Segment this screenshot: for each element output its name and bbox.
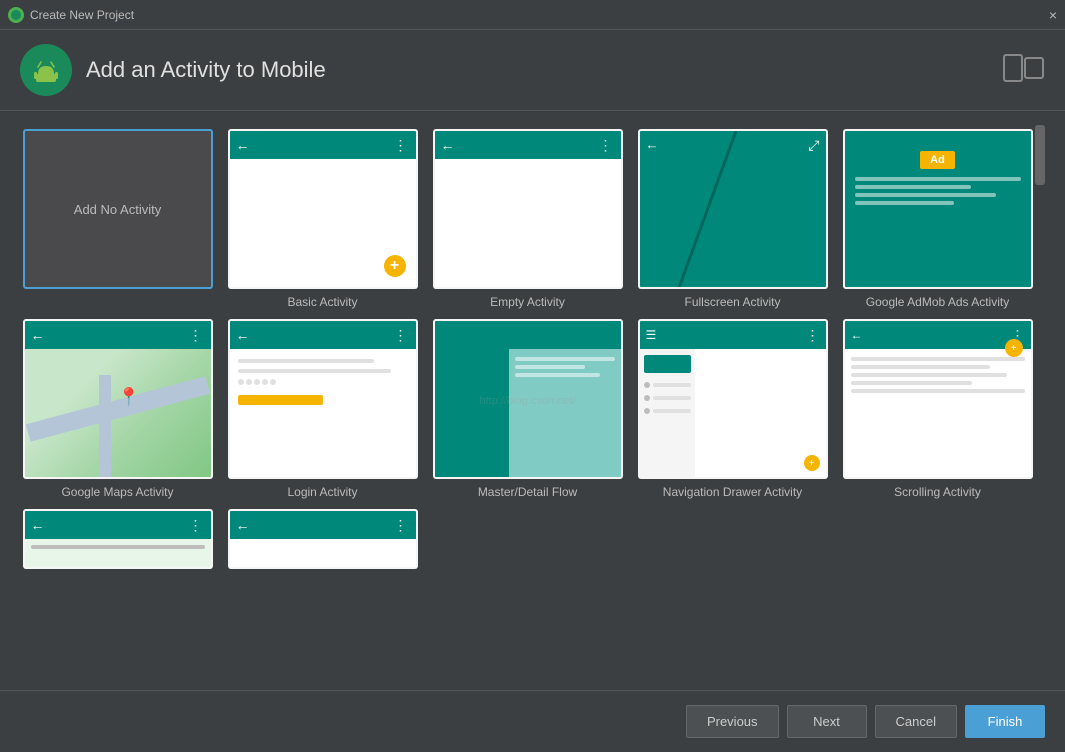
- main-content: http://blog.csdn.net/ Add No Activity ← …: [0, 111, 1065, 690]
- login-preview: ← ⋮: [228, 319, 418, 479]
- admob-preview: Ad: [843, 129, 1033, 289]
- maps-more-icon: ⋮: [189, 327, 205, 344]
- login-back-icon: ←: [236, 327, 250, 343]
- more-icon: ⋮: [599, 137, 615, 154]
- footer: Previous Next Cancel Finish: [0, 690, 1065, 752]
- activity-card-no-activity[interactable]: Add No Activity: [20, 129, 215, 309]
- sc-back-icon: ←: [851, 328, 863, 342]
- admob-badge: Ad: [920, 151, 955, 169]
- sc-fab-icon: +: [1005, 339, 1023, 357]
- nd-more-icon: ⋮: [806, 327, 820, 344]
- activity-card-fullscreen[interactable]: ← ⤢ Fullscreen Activity: [635, 129, 830, 309]
- next-button[interactable]: Next: [787, 705, 867, 738]
- page-title: Add an Activity to Mobile: [86, 57, 326, 83]
- activity-card-masterdetail[interactable]: Master/Detail Flow: [430, 319, 625, 499]
- activity-grid-area[interactable]: http://blog.csdn.net/ Add No Activity ← …: [20, 121, 1035, 680]
- admob-label: Google AdMob Ads Activity: [866, 295, 1009, 309]
- close-button[interactable]: ×: [1049, 8, 1057, 22]
- nd-fab-icon: +: [804, 455, 820, 471]
- scrolling-preview: ← ⋮ +: [843, 319, 1033, 479]
- activity-card-tabbed[interactable]: ← ⋮: [225, 509, 420, 575]
- nd-menu-icon: ☰: [646, 328, 657, 342]
- activity-card-settings[interactable]: ← ⋮: [20, 509, 215, 575]
- no-activity-inner-label: Add No Activity: [74, 202, 161, 217]
- maps-preview: ← ⋮ 📍: [23, 319, 213, 479]
- settings-preview: ← ⋮: [23, 509, 213, 569]
- no-activity-preview: Add No Activity: [23, 129, 213, 289]
- scrolling-label: Scrolling Activity: [894, 485, 981, 499]
- activity-card-navdrawer[interactable]: ☰ ⋮: [635, 319, 830, 499]
- masterdetail-label: Master/Detail Flow: [478, 485, 577, 499]
- title-bar-text: Create New Project: [30, 8, 1049, 22]
- activity-card-login[interactable]: ← ⋮: [225, 319, 420, 499]
- cancel-button[interactable]: Cancel: [875, 705, 957, 738]
- fs-back-icon: ←: [646, 137, 659, 152]
- maps-label: Google Maps Activity: [61, 485, 173, 499]
- back-icon: ←: [441, 137, 455, 153]
- navdrawer-label: Navigation Drawer Activity: [663, 485, 802, 499]
- tabbed-more-icon: ⋮: [394, 517, 410, 534]
- more-icon: ⋮: [394, 137, 410, 154]
- header-left: Add an Activity to Mobile: [20, 44, 326, 96]
- app-icon: [8, 7, 24, 23]
- activity-grid: Add No Activity ← ⋮ +: [20, 121, 1035, 583]
- activity-card-empty[interactable]: ← ⋮ Empty Activity: [430, 129, 625, 309]
- scrollbar-track[interactable]: [1035, 121, 1045, 680]
- finish-button[interactable]: Finish: [965, 705, 1045, 738]
- activity-card-scrolling[interactable]: ← ⋮ + Scrolling Activity: [840, 319, 1035, 499]
- android-logo: [20, 44, 72, 96]
- navdrawer-preview: ☰ ⋮: [638, 319, 828, 479]
- fab-icon: +: [384, 255, 406, 277]
- header: Add an Activity to Mobile: [0, 30, 1065, 111]
- activity-card-basic[interactable]: ← ⋮ + Basic Activity: [225, 129, 420, 309]
- scrollbar-thumb[interactable]: [1035, 125, 1045, 185]
- back-icon: ←: [236, 137, 250, 153]
- activity-card-admob[interactable]: Ad Google AdMob Ads Activity: [840, 129, 1035, 309]
- basic-label: Basic Activity: [287, 295, 357, 309]
- settings-more-icon: ⋮: [189, 517, 205, 534]
- fullscreen-preview: ← ⤢: [638, 129, 828, 289]
- maps-back-icon: ←: [31, 327, 45, 343]
- settings-back-icon: ←: [31, 517, 45, 533]
- fullscreen-label: Fullscreen Activity: [684, 295, 780, 309]
- tabbed-preview: ← ⋮: [228, 509, 418, 569]
- fs-expand-icon: ⤢: [808, 137, 819, 154]
- device-icon-group: [1003, 54, 1045, 86]
- tabbed-back-icon: ←: [236, 517, 250, 533]
- title-bar: Create New Project ×: [0, 0, 1065, 30]
- empty-preview: ← ⋮: [433, 129, 623, 289]
- masterdetail-preview: [433, 319, 623, 479]
- basic-preview: ← ⋮ +: [228, 129, 418, 289]
- login-more-icon: ⋮: [394, 327, 410, 344]
- login-label: Login Activity: [287, 485, 357, 499]
- activity-card-maps[interactable]: ← ⋮ 📍 Google Maps Activity: [20, 319, 215, 499]
- previous-button[interactable]: Previous: [686, 705, 779, 738]
- empty-label: Empty Activity: [490, 295, 565, 309]
- map-pin-icon: 📍: [118, 387, 140, 408]
